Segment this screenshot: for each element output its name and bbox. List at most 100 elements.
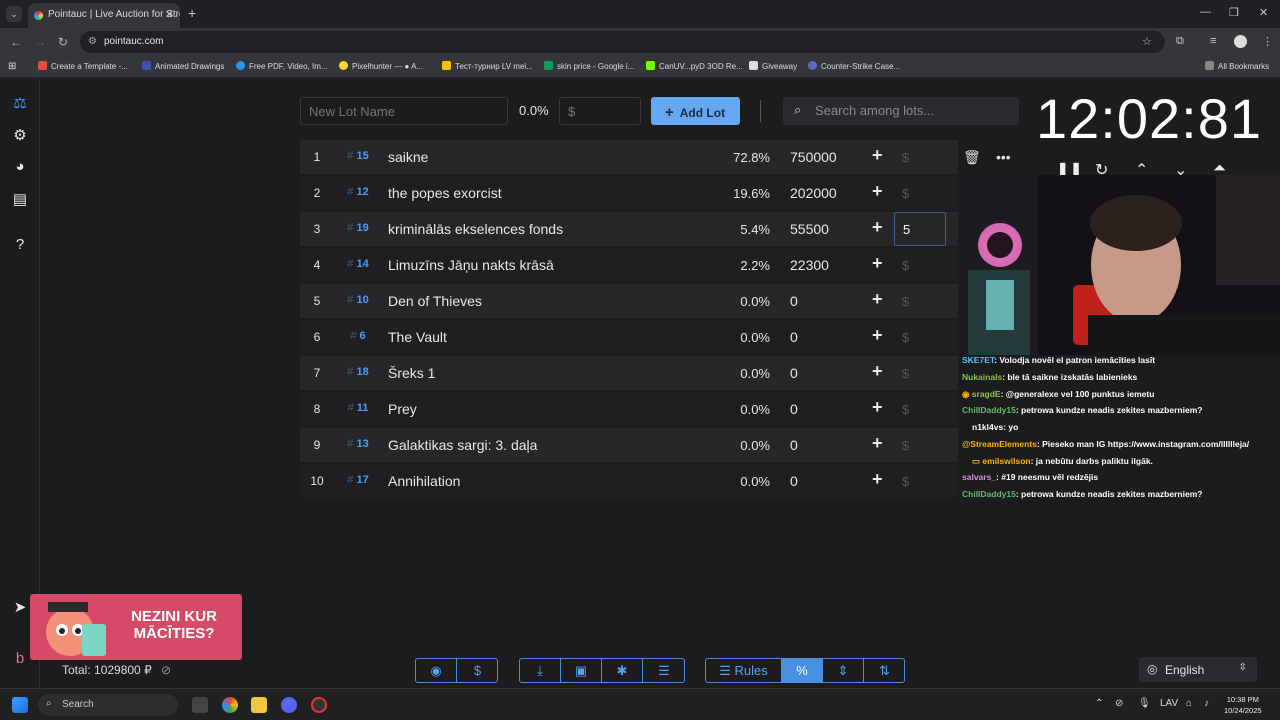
telegram-icon[interactable]: ➤ — [10, 598, 30, 618]
donate-dollar-icon[interactable]: $ — [457, 659, 498, 682]
bookmark-star-icon[interactable]: ☆ — [1142, 35, 1152, 48]
taskbar-clock[interactable]: 10:38 PM 10/24/2025 — [1224, 694, 1262, 716]
amount-input[interactable]: $ — [902, 366, 909, 381]
lot-amount[interactable]: 55500 — [790, 221, 829, 237]
add-amount-button[interactable]: + — [872, 217, 883, 238]
save-icon[interactable]: ▣ — [561, 659, 602, 682]
lot-amount[interactable]: 750000 — [790, 149, 837, 165]
new-lot-name-input[interactable] — [300, 97, 508, 125]
search-lots-input[interactable]: ⌕ Search among lots... — [783, 97, 1019, 125]
clipboard-icon[interactable]: ▤ — [10, 190, 30, 210]
amount-input[interactable]: $ — [902, 474, 909, 489]
add-amount-button[interactable]: + — [872, 181, 883, 202]
apps-grid-icon[interactable]: ⊞ — [8, 61, 16, 72]
tab-search-button[interactable]: ⌄ — [6, 6, 22, 22]
bookmark-item[interactable]: Тест-турнир LV mei... — [442, 61, 533, 71]
lot-name[interactable]: Annihilation — [388, 473, 460, 489]
add-amount-button[interactable]: + — [872, 289, 883, 310]
close-tab-icon[interactable]: ✕ — [165, 8, 174, 21]
download-icon[interactable]: ⤓ — [520, 659, 561, 682]
lot-amount[interactable]: 0 — [790, 401, 798, 417]
bug-icon[interactable]: ✱ — [602, 659, 643, 682]
amount-input[interactable]: $ — [902, 294, 909, 309]
file-explorer-icon[interactable] — [251, 697, 267, 713]
lot-name[interactable]: the popes exorcist — [388, 185, 502, 201]
amount-input[interactable]: $ — [902, 330, 909, 345]
network-icon[interactable]: ⌂ — [1186, 698, 1192, 709]
lot-name[interactable]: kriminālās ekselences fonds — [388, 221, 563, 237]
site-info-icon[interactable]: ⚙ — [88, 36, 97, 47]
lot-name[interactable]: Den of Thieves — [388, 293, 482, 309]
new-tab-button[interactable]: + — [188, 5, 196, 21]
amount-input[interactable]: $ — [902, 438, 909, 453]
lot-name[interactable]: saikne — [388, 149, 428, 165]
bookmark-item[interactable]: CanUV...pyD 3OD Re... — [646, 61, 743, 71]
browser-menu-icon[interactable]: ⋮ — [1262, 35, 1273, 48]
language-select[interactable]: ◎ English ⇳ — [1139, 657, 1257, 682]
bookmark-item[interactable]: Counter-Strike Case... — [808, 61, 900, 71]
add-amount-button[interactable]: + — [872, 397, 883, 418]
settings-gear-icon[interactable]: ⚙ — [10, 126, 30, 146]
promo-banner[interactable]: NEZINI KUR MĀCĪTIES? — [30, 594, 242, 660]
keyboard-language[interactable]: LAV — [1160, 698, 1178, 709]
restore-icon[interactable]: ❐ — [1229, 6, 1239, 19]
bookmark-item[interactable]: skin price - Google i... — [544, 61, 634, 71]
lot-amount[interactable]: 0 — [790, 365, 798, 381]
add-amount-button[interactable]: + — [872, 469, 883, 490]
obs-icon[interactable] — [311, 697, 327, 713]
add-amount-button[interactable]: + — [872, 145, 883, 166]
amount-input[interactable]: $ — [902, 258, 909, 273]
url-field[interactable]: ⚙ pointauc.com — [80, 31, 1165, 53]
amount-input[interactable]: $ — [902, 150, 909, 165]
sort-icon[interactable]: ⇅ — [864, 659, 905, 682]
discord-icon[interactable] — [281, 697, 297, 713]
windows-start-icon[interactable] — [12, 697, 28, 713]
add-amount-button[interactable]: + — [872, 433, 883, 454]
extensions-icon[interactable]: ⧉ — [1176, 35, 1184, 48]
tray-app-icon[interactable]: ⊘ — [1115, 698, 1123, 709]
clear-list-icon[interactable]: ☰ — [643, 659, 685, 682]
lot-amount[interactable]: 0 — [790, 329, 798, 345]
lot-amount[interactable]: 0 — [790, 293, 798, 309]
all-bookmarks[interactable]: All Bookmarks — [1205, 61, 1269, 71]
lot-name[interactable]: Galaktikas sargi: 3. daļa — [388, 437, 537, 453]
lot-name[interactable]: The Vault — [388, 329, 447, 345]
back-icon[interactable]: ← — [10, 35, 22, 49]
add-amount-button[interactable]: + — [872, 361, 883, 382]
microphone-icon[interactable]: 🎙 — [1138, 698, 1151, 709]
boosty-icon[interactable]: b — [10, 650, 30, 670]
task-view-icon[interactable] — [192, 697, 208, 713]
browser-tab[interactable]: Pointauc | Live Auction for Streamers ✕ — [28, 3, 180, 28]
forward-icon[interactable]: → — [34, 35, 46, 49]
more-options-icon[interactable]: ••• — [996, 149, 1011, 165]
window-close-icon[interactable]: ✕ — [1259, 6, 1268, 19]
taskbar-search[interactable]: ⌕ Search — [38, 694, 178, 716]
new-lot-amount-input[interactable] — [559, 97, 641, 125]
add-amount-button[interactable]: + — [872, 253, 883, 274]
compact-icon[interactable]: ⇕ — [823, 659, 864, 682]
auction-gavel-icon[interactable]: ⚖ — [10, 94, 30, 114]
hide-eye-icon[interactable]: ⊘ — [161, 663, 171, 677]
profile-avatar[interactable] — [1234, 35, 1247, 48]
amount-input-active[interactable]: 5 — [894, 212, 946, 246]
delete-trash-icon[interactable]: 🗑 — [963, 149, 981, 166]
github-icon[interactable]: ◉ — [416, 659, 457, 682]
bookmark-item[interactable]: Animated Drawings — [142, 61, 224, 71]
lot-name[interactable]: Šreks 1 — [388, 365, 435, 381]
add-lot-button[interactable]: + Add Lot — [651, 97, 740, 125]
lot-amount[interactable]: 0 — [790, 473, 798, 489]
bookmark-item[interactable]: Create a Template -... — [38, 61, 128, 71]
bookmark-item[interactable]: Giveaway — [749, 61, 797, 71]
minimize-icon[interactable]: — — [1200, 6, 1211, 18]
lot-name[interactable]: Limuzīns Jāņu nakts krāsā — [388, 257, 554, 273]
tray-overflow-icon[interactable]: ⌃ — [1095, 698, 1103, 709]
lot-amount[interactable]: 202000 — [790, 185, 837, 201]
lot-amount[interactable]: 22300 — [790, 257, 829, 273]
chrome-icon[interactable] — [222, 697, 238, 713]
volume-icon[interactable]: ♪ — [1204, 698, 1209, 709]
wheel-pie-icon[interactable]: ◕ — [10, 158, 30, 178]
lot-name[interactable]: Prey — [388, 401, 417, 417]
reload-icon[interactable]: ↻ — [58, 35, 68, 49]
bookmark-item[interactable]: Pixelhunter — ● A... — [339, 61, 423, 71]
amount-input[interactable]: $ — [902, 186, 909, 201]
